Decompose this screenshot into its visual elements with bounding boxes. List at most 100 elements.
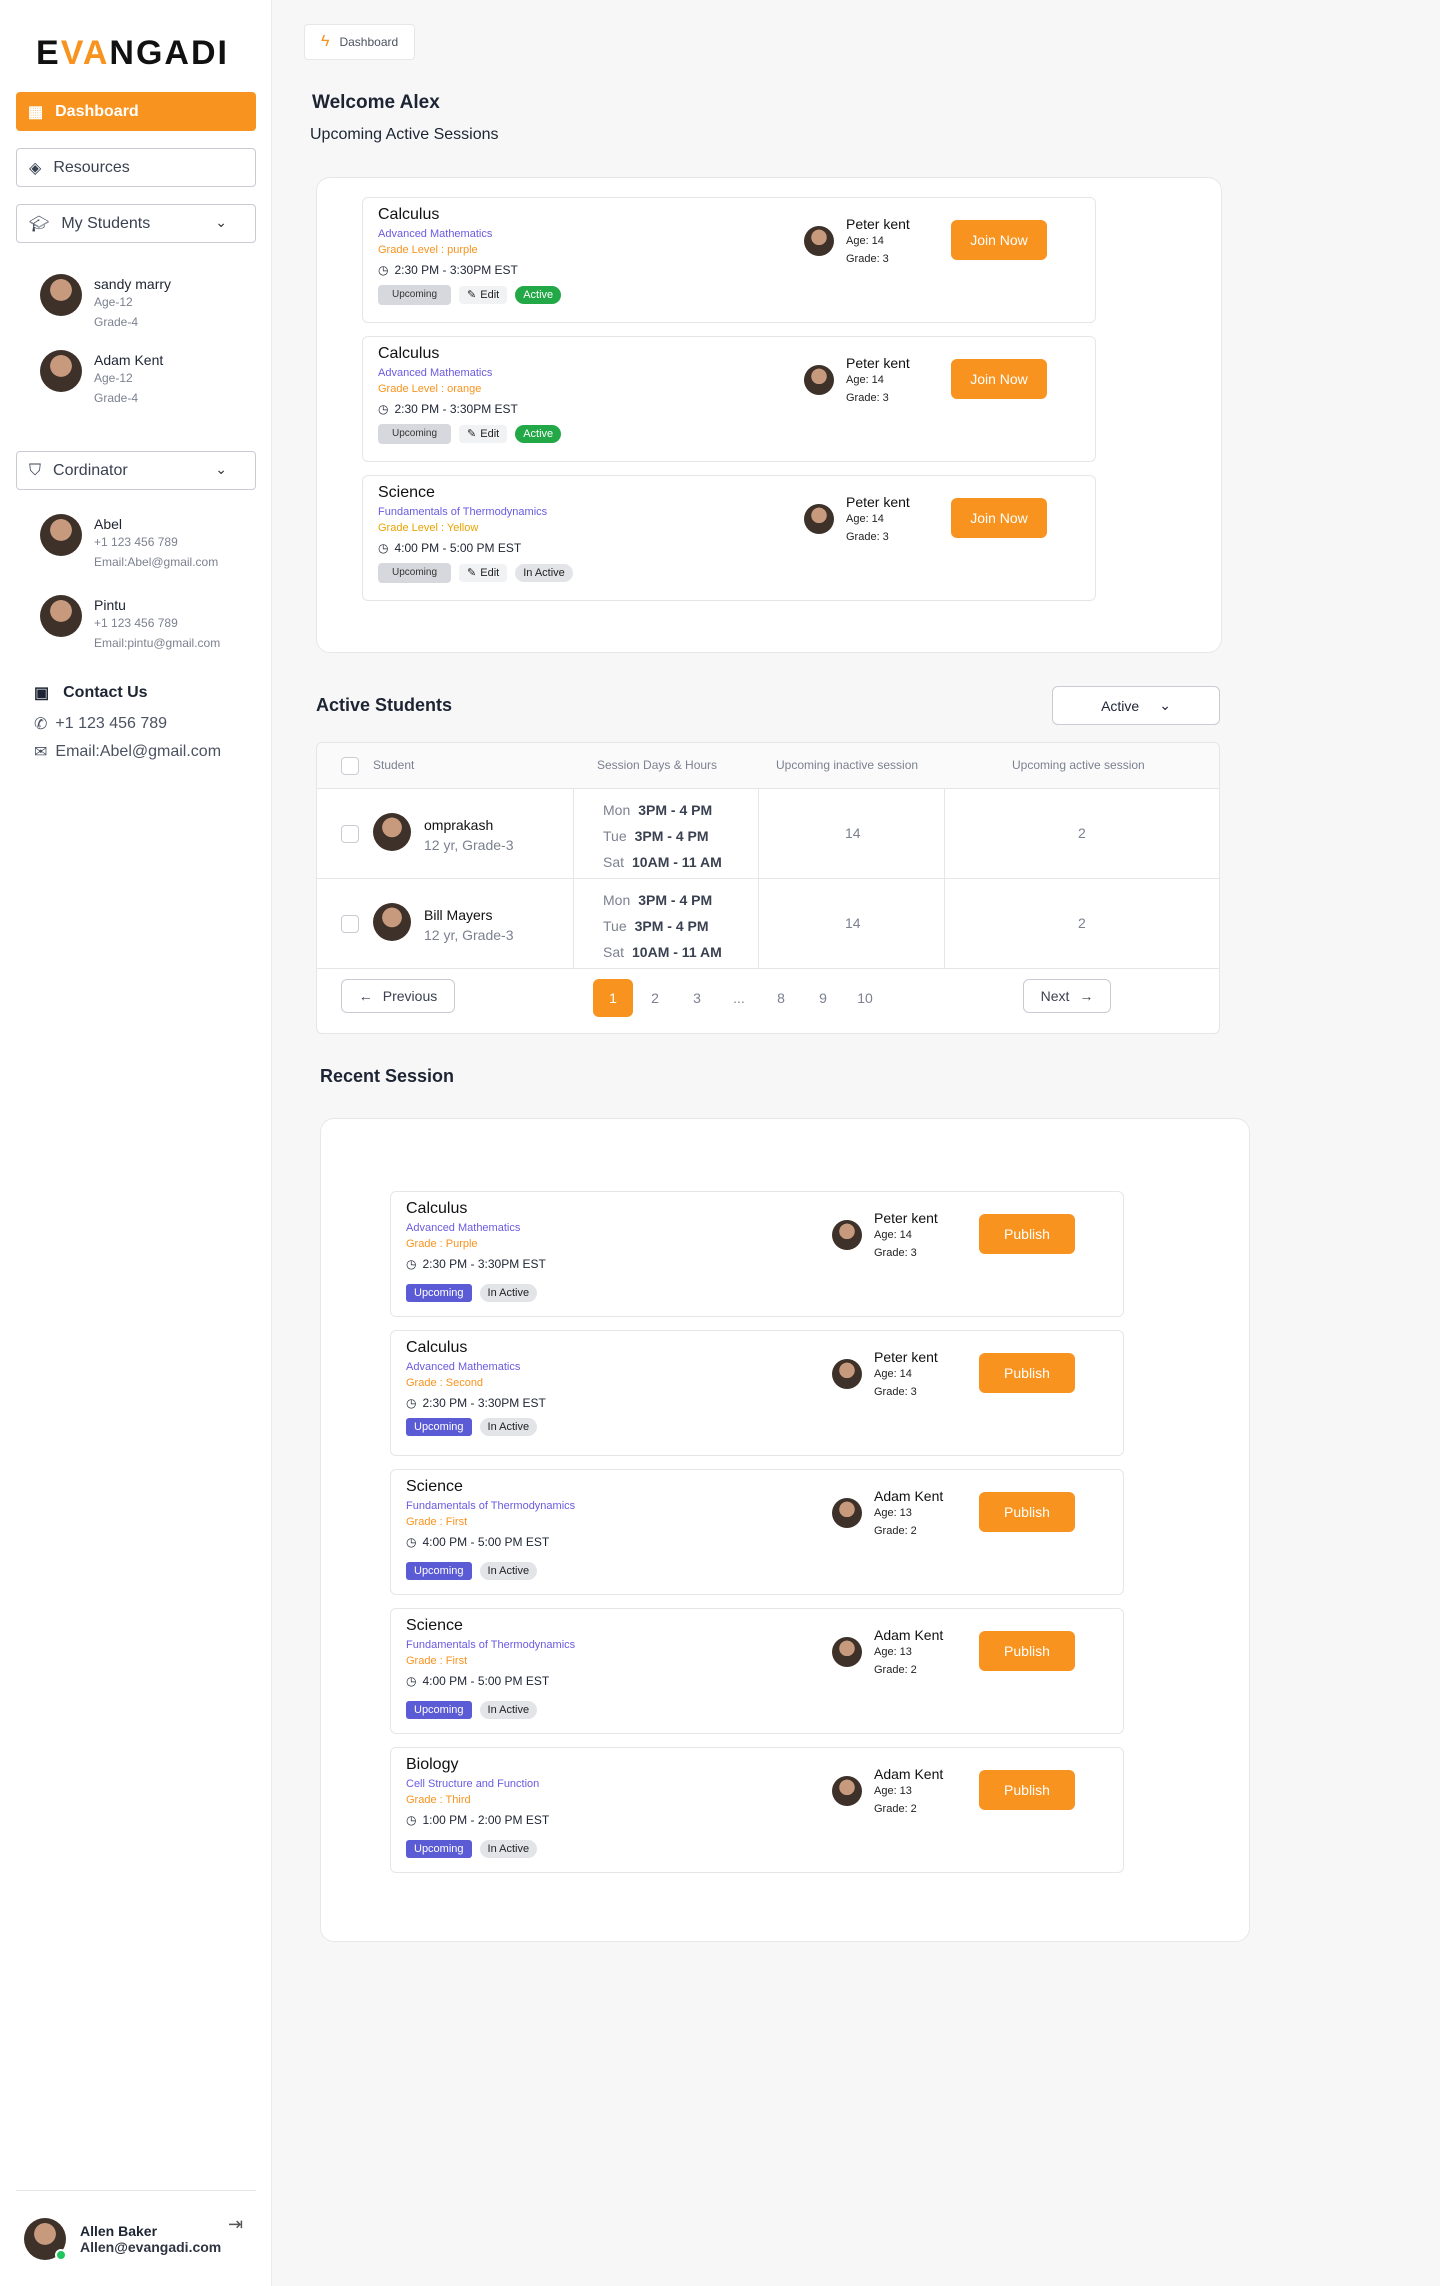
row-checkbox[interactable] <box>341 915 359 933</box>
session-time-text: 2:30 PM - 3:30PM EST <box>422 1257 546 1271</box>
divider <box>573 879 574 969</box>
session-tags: Upcoming In Active <box>406 1418 538 1436</box>
join-now-button[interactable]: Join Now <box>951 220 1047 260</box>
session-grade: Grade : Third <box>406 1794 471 1806</box>
session-topic: Advanced Mathematics <box>406 1222 521 1234</box>
page-number-current[interactable]: 1 <box>593 979 633 1017</box>
student-name: omprakash <box>424 817 494 833</box>
schedule-day: Sat <box>603 944 625 960</box>
divider <box>573 789 574 879</box>
learner-name: Peter kent <box>846 494 910 510</box>
session-topic: Advanced Mathematics <box>378 367 493 379</box>
learner-name: Peter kent <box>846 355 910 371</box>
session-time-text: 2:30 PM - 3:30PM EST <box>394 263 518 277</box>
schedule-line: Tue 3PM - 4 PM <box>603 823 722 849</box>
sidebar-student[interactable]: Adam Kent Age-12 Grade-4 <box>40 350 163 408</box>
coordinator-phone: +1 123 456 789 <box>94 616 178 630</box>
schedule-hours: 10AM - 11 AM <box>632 854 722 870</box>
page-number[interactable]: 10 <box>845 979 885 1017</box>
nav-coordinator-label: Cordinator <box>53 461 128 479</box>
session-grade: Grade Level : purple <box>378 244 478 256</box>
logout-icon[interactable]: ⇥ <box>228 2214 243 2235</box>
join-now-button[interactable]: Join Now <box>951 498 1047 538</box>
sidebar-student[interactable]: sandy marry Age-12 Grade-4 <box>40 274 171 332</box>
grid-icon: ▦ <box>28 103 44 121</box>
coordinator-name: Pintu <box>94 597 126 613</box>
active-session-count: 2 <box>1078 915 1086 931</box>
previous-page-button[interactable]: ← Previous <box>341 979 455 1013</box>
session-topic: Fundamentals of Thermodynamics <box>406 1500 576 1512</box>
session-time: ◷ 4:00 PM - 5:00 PM EST <box>406 1535 549 1549</box>
status-badge: Active <box>515 286 562 304</box>
inactive-session-count: 14 <box>845 825 861 841</box>
sidebar-coordinator[interactable]: Pintu +1 123 456 789 Email:pintu@gmail.c… <box>40 595 220 653</box>
breadcrumb-label: Dashboard <box>339 35 399 49</box>
schedule-day: Sat <box>603 854 625 870</box>
student-name: Bill Mayers <box>424 907 493 923</box>
publish-button[interactable]: Publish <box>979 1353 1075 1393</box>
nav-resources[interactable]: ◈ Resources <box>16 148 256 187</box>
clock-icon: ◷ <box>378 541 389 555</box>
page-number[interactable]: 2 <box>635 979 675 1017</box>
next-page-button[interactable]: Next → <box>1023 979 1111 1013</box>
nav-dashboard[interactable]: ▦ Dashboard <box>16 92 256 131</box>
contact-phone[interactable]: ✆ +1 123 456 789 <box>34 714 167 734</box>
inactive-session-count: 14 <box>845 915 861 931</box>
current-user[interactable]: Allen Baker Allen@evangadi.com <box>24 2218 221 2261</box>
status-badge: In Active <box>479 1840 538 1858</box>
clock-icon: ◷ <box>378 263 389 277</box>
session-card: Science Fundamentals of Thermodynamics G… <box>390 1469 1124 1595</box>
page-number[interactable]: 3 <box>677 979 717 1017</box>
learner-name: Adam Kent <box>874 1766 944 1782</box>
status-badge: In Active <box>479 1418 538 1436</box>
status-filter-dropdown[interactable]: Active ⌄ <box>1052 686 1220 725</box>
publish-button[interactable]: Publish <box>979 1492 1075 1532</box>
schedule-line: Sat 10AM - 11 AM <box>603 939 722 965</box>
nav-coordinator[interactable]: ⛉ Cordinator ⌄ <box>16 451 256 490</box>
nav-resources-label: Resources <box>53 158 130 176</box>
contact-email[interactable]: ✉ Email:Abel@gmail.com <box>34 742 221 762</box>
session-topic: Advanced Mathematics <box>378 228 493 240</box>
upcoming-sessions-panel: Calculus Advanced Mathematics Grade Leve… <box>316 177 1222 653</box>
publish-button[interactable]: Publish <box>979 1631 1075 1671</box>
publish-button[interactable]: Publish <box>979 1214 1075 1254</box>
learner-grade: Grade: 2 <box>874 1525 917 1537</box>
table-row[interactable]: Bill Mayers 12 yr, Grade-3 Mon 3PM - 4 PM… <box>317 879 1219 969</box>
divider <box>758 879 759 969</box>
session-time-text: 2:30 PM - 3:30PM EST <box>394 402 518 416</box>
chevron-down-icon[interactable]: ⌄ <box>215 461 227 478</box>
publish-button[interactable]: Publish <box>979 1770 1075 1810</box>
edit-button[interactable]: ✎ Edit <box>459 425 508 443</box>
session-grade: Grade Level : Yellow <box>378 522 479 534</box>
sidebar-coordinator[interactable]: Abel +1 123 456 789 Email:Abel@gmail.com <box>40 514 218 572</box>
table-row[interactable]: omprakash 12 yr, Grade-3 Mon 3PM - 4 PM T… <box>317 789 1219 879</box>
learner-name: Adam Kent <box>874 1488 944 1504</box>
pencil-icon: ✎ <box>467 428 477 440</box>
avatar <box>40 595 82 637</box>
row-checkbox[interactable] <box>341 825 359 843</box>
arrow-right-icon: → <box>1079 988 1094 1004</box>
avatar <box>832 1776 862 1806</box>
student-name: Adam Kent <box>94 352 164 368</box>
session-time-text: 4:00 PM - 5:00 PM EST <box>394 541 522 555</box>
session-card: Calculus Advanced Mathematics Grade Leve… <box>362 197 1096 323</box>
nav-my-students[interactable]: 🎓︎ My Students ⌄ <box>16 204 256 243</box>
page-number[interactable]: 9 <box>803 979 843 1017</box>
contact-us-heading: ▣ Contact Us <box>34 683 148 703</box>
session-subject: Calculus <box>406 1200 468 1217</box>
schedule-hours: 3PM - 4 PM <box>638 802 713 818</box>
page-number[interactable]: 8 <box>761 979 801 1017</box>
session-topic: Fundamentals of Thermodynamics <box>406 1639 576 1651</box>
breadcrumb[interactable]: ϟ Dashboard <box>304 24 416 60</box>
edit-button[interactable]: ✎ Edit <box>459 564 508 582</box>
column-header: Student <box>373 758 415 772</box>
join-now-button[interactable]: Join Now <box>951 359 1047 399</box>
clock-icon: ◷ <box>406 1813 417 1827</box>
session-tags: Upcoming In Active <box>406 1284 538 1302</box>
edit-button[interactable]: ✎ Edit <box>459 286 508 304</box>
schedule-hours: 3PM - 4 PM <box>634 828 709 844</box>
divider <box>758 789 759 879</box>
evangadi-logo[interactable]: E VA NGADI <box>36 34 229 73</box>
chevron-down-icon[interactable]: ⌄ <box>215 214 227 231</box>
select-all-checkbox[interactable] <box>341 757 359 775</box>
